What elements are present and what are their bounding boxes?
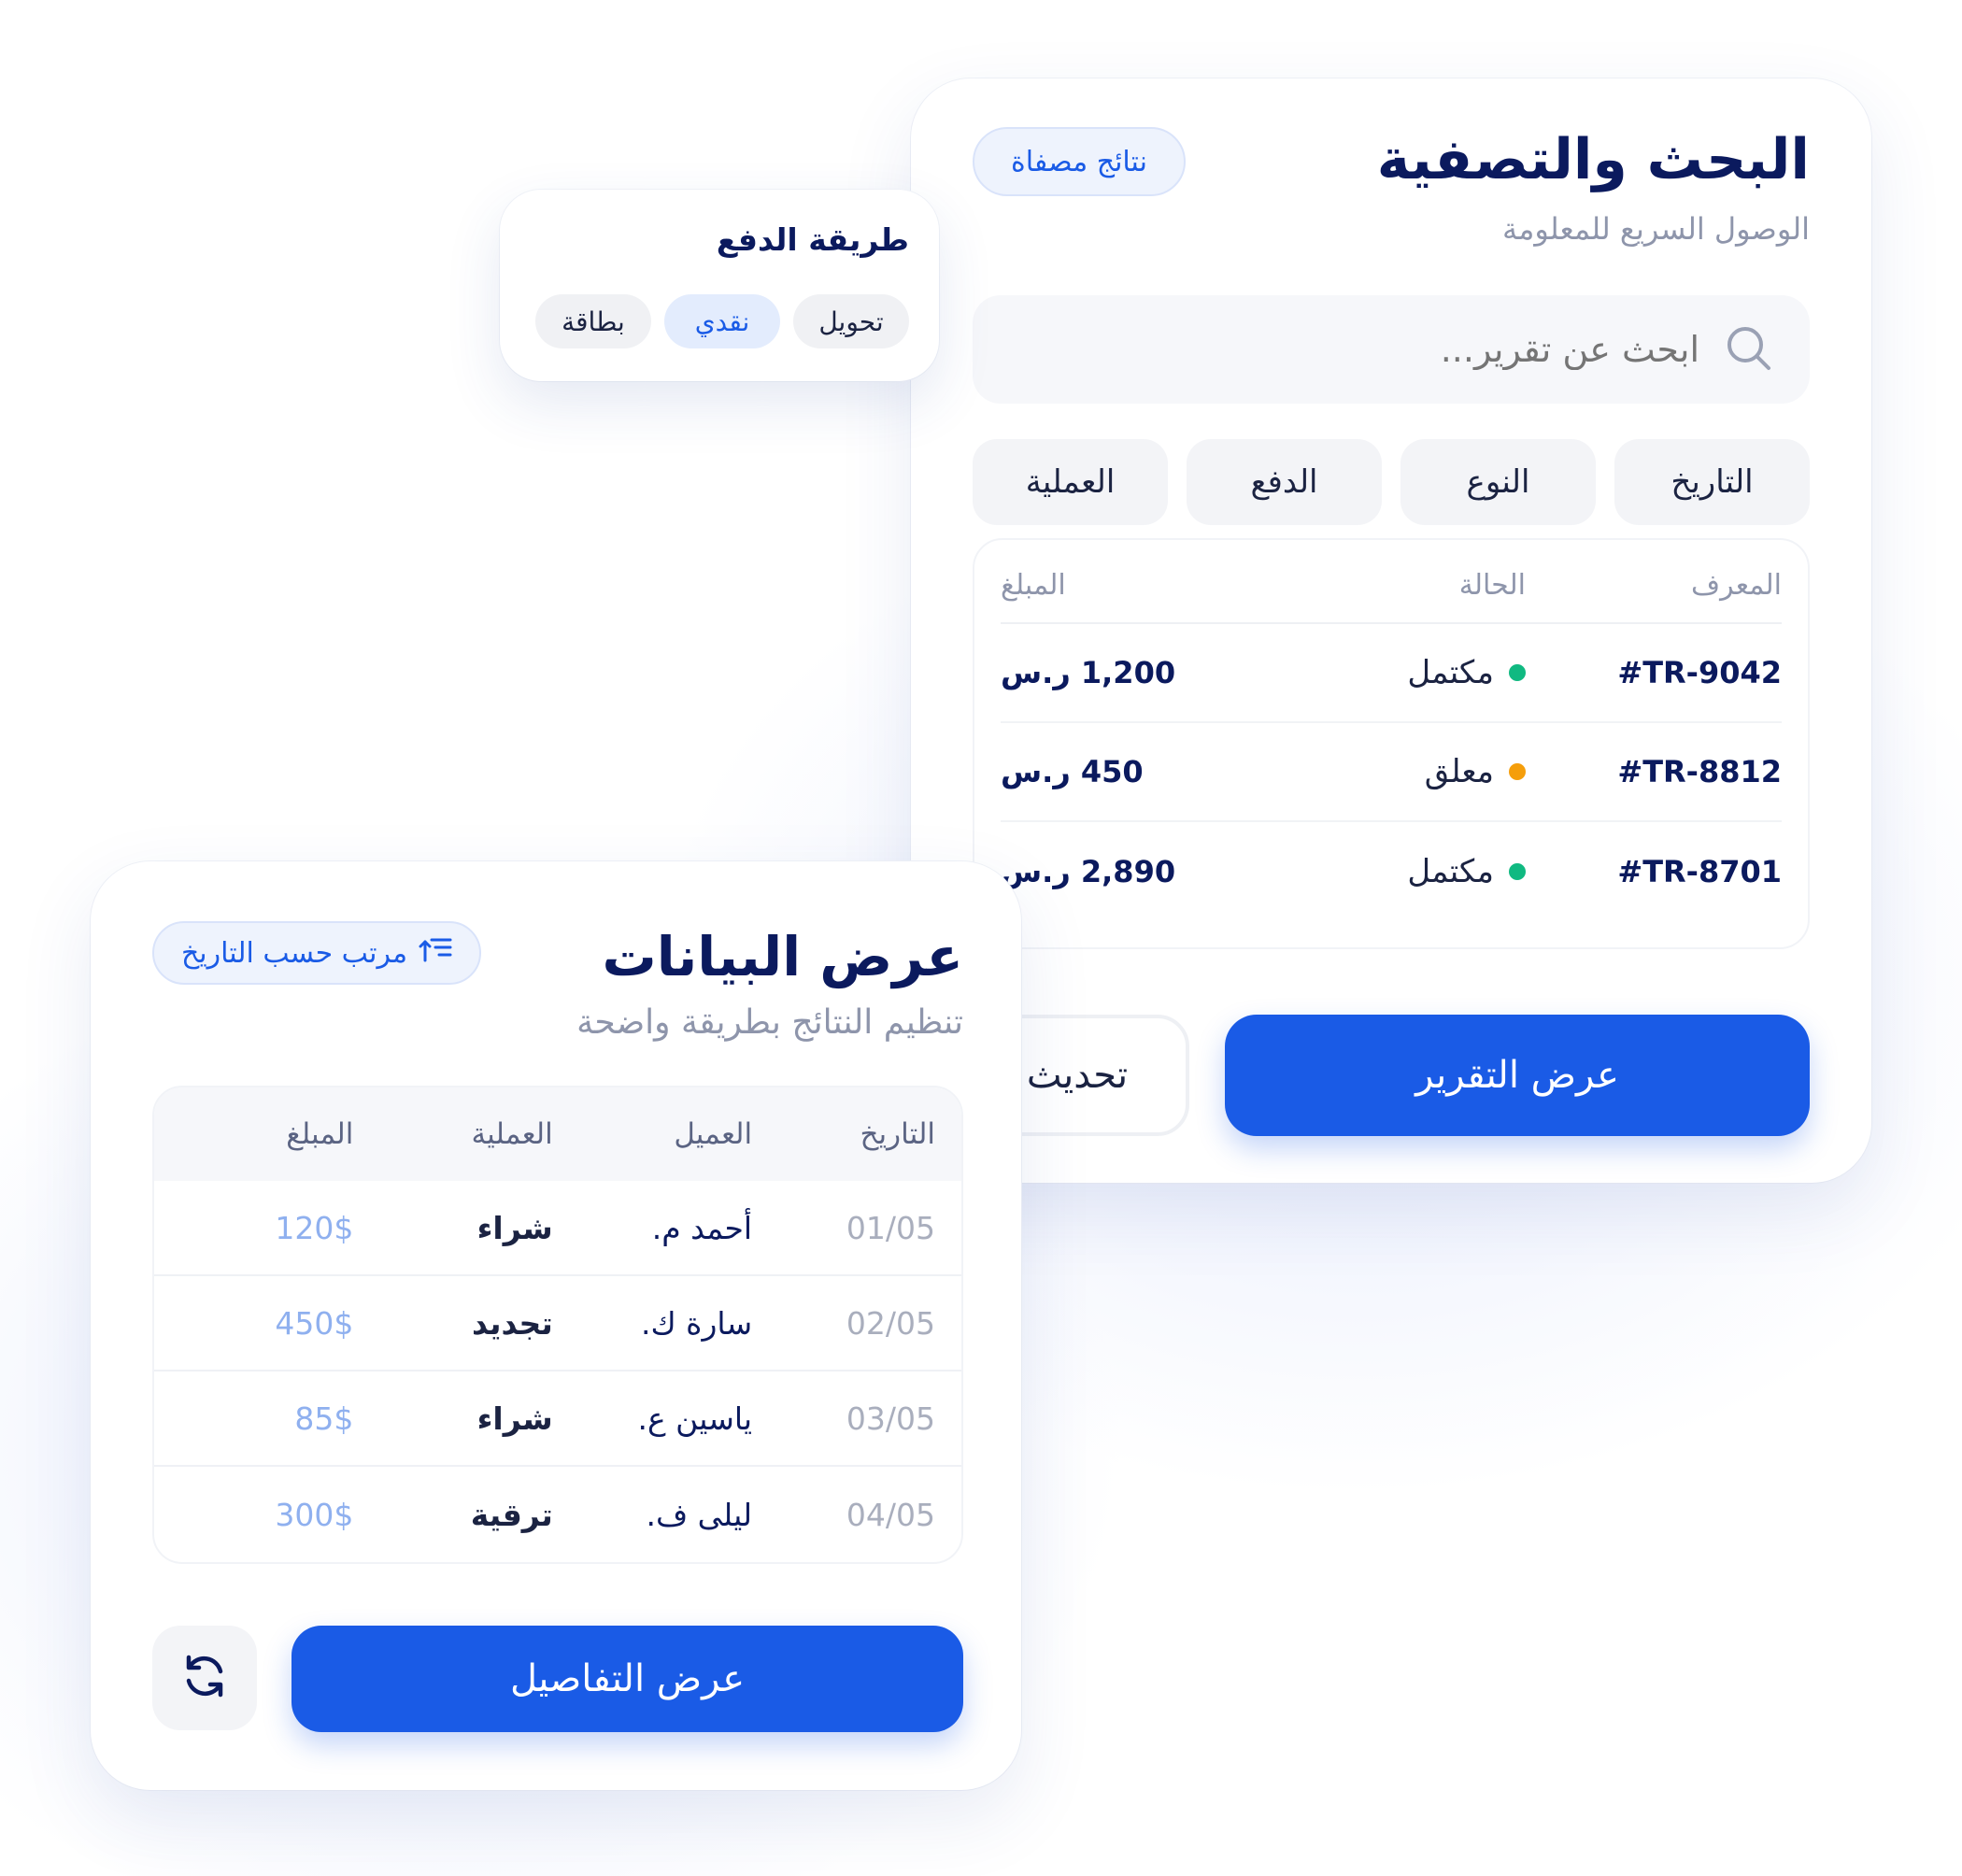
row-date: 03/05 bbox=[846, 1400, 935, 1437]
payment-option-transfer[interactable]: تحويل bbox=[793, 294, 909, 348]
data-card-title: عرض البيانات bbox=[602, 925, 963, 988]
refresh-cycle-icon bbox=[179, 1651, 230, 1705]
table-header: المعرف الحالة المبلغ bbox=[1001, 547, 1782, 624]
transaction-amount: 1,200 ر.س bbox=[1001, 655, 1176, 690]
header-operation: العملية bbox=[471, 1117, 553, 1151]
row-date: 02/05 bbox=[846, 1304, 935, 1342]
row-date: 04/05 bbox=[846, 1496, 935, 1533]
transactions-table: المعرف الحالة المبلغ #TR-9042 مكتمل 1,20… bbox=[973, 538, 1810, 949]
table-row[interactable]: #TR-8812 معلق 450 ر.س bbox=[1001, 723, 1782, 822]
status-dot-complete bbox=[1509, 664, 1526, 681]
data-card-subtitle: تنظيم النتائج بطريقة واضحة bbox=[576, 1003, 963, 1042]
row-amount: 120$ bbox=[275, 1209, 354, 1246]
sort-badge-label: مرتب حسب التاريخ bbox=[180, 936, 408, 970]
row-client: أحمد م. bbox=[651, 1209, 753, 1246]
search-icon bbox=[1722, 321, 1774, 377]
view-details-button[interactable]: عرض التفاصيل bbox=[291, 1626, 963, 1732]
row-client: ياسين ع. bbox=[637, 1400, 753, 1437]
table-header: التاريخ العميل العملية المبلغ bbox=[154, 1087, 961, 1181]
row-operation: تجديد bbox=[472, 1304, 553, 1342]
view-report-button[interactable]: عرض التقرير bbox=[1225, 1015, 1810, 1136]
table-row[interactable]: 04/05 ليلى ف. ترقية 300$ bbox=[154, 1467, 961, 1562]
row-amount: 85$ bbox=[294, 1400, 354, 1437]
status-text: مكتمل bbox=[1407, 853, 1494, 890]
search-bar[interactable] bbox=[973, 295, 1810, 404]
data-table: التاريخ العميل العملية المبلغ 01/05 أحمد… bbox=[152, 1086, 963, 1564]
row-operation: شراء bbox=[476, 1209, 553, 1246]
table-row[interactable]: 03/05 ياسين ع. شراء 85$ bbox=[154, 1371, 961, 1467]
sort-ascending-icon bbox=[419, 932, 452, 974]
status-dot-pending bbox=[1509, 763, 1526, 780]
search-card-subtitle: الوصول السريع للمعلومة bbox=[1502, 211, 1810, 247]
search-input[interactable] bbox=[1139, 329, 1699, 370]
search-card-title: البحث والتصفية bbox=[1376, 127, 1810, 192]
transaction-id: #TR-8701 bbox=[1617, 854, 1782, 889]
sort-badge[interactable]: مرتب حسب التاريخ bbox=[152, 921, 481, 985]
transaction-amount: 2,890 ر.س bbox=[1001, 854, 1176, 889]
transaction-id: #TR-8812 bbox=[1617, 754, 1782, 789]
transaction-amount: 450 ر.س bbox=[1001, 754, 1144, 789]
status-text: مكتمل bbox=[1407, 654, 1494, 691]
filter-chip-type[interactable]: النوع bbox=[1400, 439, 1596, 525]
table-row[interactable]: #TR-9042 مكتمل 1,200 ر.س bbox=[1001, 624, 1782, 723]
payment-method-title: طريقة الدفع bbox=[716, 221, 909, 258]
filter-chips: التاريخ النوع الدفع العملية bbox=[973, 439, 1810, 525]
header-status: الحالة bbox=[1458, 568, 1526, 602]
row-date: 01/05 bbox=[846, 1209, 935, 1246]
header-amount: المبلغ bbox=[1001, 568, 1066, 602]
row-amount: 450$ bbox=[275, 1304, 354, 1342]
row-client: سارة ك. bbox=[640, 1304, 753, 1342]
search-filter-card: البحث والتصفية الوصول السريع للمعلومة نت… bbox=[911, 78, 1871, 1183]
status-dot-complete bbox=[1509, 863, 1526, 880]
payment-option-card[interactable]: بطاقة bbox=[535, 294, 651, 348]
table-row[interactable]: 02/05 سارة ك. تجديد 450$ bbox=[154, 1276, 961, 1371]
data-view-card: عرض البيانات تنظيم النتائج بطريقة واضحة … bbox=[91, 861, 1021, 1790]
payment-method-card: طريقة الدفع تحويل نقدي بطاقة bbox=[500, 190, 939, 381]
row-operation: شراء bbox=[476, 1400, 553, 1437]
header-client: العميل bbox=[674, 1117, 753, 1151]
refresh-data-button[interactable] bbox=[152, 1626, 257, 1730]
payment-options: تحويل نقدي بطاقة bbox=[535, 294, 909, 348]
table-row[interactable]: #TR-8701 مكتمل 2,890 ر.س bbox=[1001, 822, 1782, 921]
filter-chip-operation[interactable]: العملية bbox=[973, 439, 1168, 525]
header-amount: المبلغ bbox=[286, 1117, 354, 1151]
filtered-results-badge: نتائج مصفاة bbox=[973, 127, 1186, 196]
row-amount: 300$ bbox=[275, 1496, 354, 1533]
payment-option-cash[interactable]: نقدي bbox=[664, 294, 780, 348]
transaction-id: #TR-9042 bbox=[1617, 655, 1782, 690]
filter-chip-date[interactable]: التاريخ bbox=[1614, 439, 1810, 525]
filter-chip-payment[interactable]: الدفع bbox=[1187, 439, 1382, 525]
row-client: ليلى ف. bbox=[646, 1496, 753, 1533]
status-text: معلق bbox=[1424, 753, 1494, 790]
header-id: المعرف bbox=[1691, 568, 1782, 602]
table-row[interactable]: 01/05 أحمد م. شراء 120$ bbox=[154, 1181, 961, 1276]
row-operation: ترقية bbox=[470, 1496, 553, 1533]
header-date: التاريخ bbox=[860, 1117, 935, 1151]
